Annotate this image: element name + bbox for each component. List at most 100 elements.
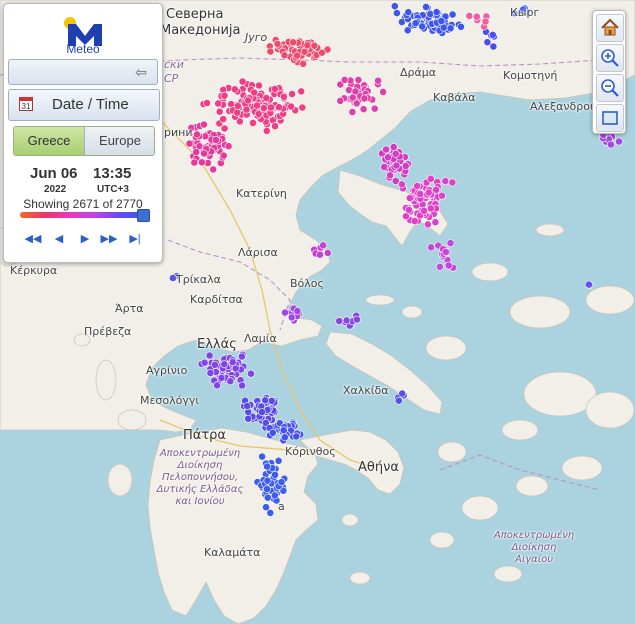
lightning-strike-marker: [219, 115, 228, 124]
zoom-in-button[interactable]: [596, 44, 624, 72]
time-slider-track[interactable]: [20, 212, 142, 218]
lightning-strike-marker: [510, 9, 519, 18]
lightning-strike-marker: [263, 493, 272, 502]
region-toggle: Greece Europe: [13, 126, 155, 156]
lightning-strike-marker: [420, 206, 428, 215]
lightning-strike-marker: [392, 161, 401, 170]
lightning-strike-marker: [483, 38, 492, 47]
lightning-strike-marker: [220, 91, 229, 100]
lightning-strike-marker: [297, 87, 306, 96]
lightning-strike-marker: [205, 351, 214, 360]
lightning-strike-marker: [435, 262, 444, 271]
lightning-strike-marker: [401, 162, 410, 170]
lightning-strike-marker: [215, 107, 224, 116]
lightning-strike-marker: [316, 250, 324, 259]
lightning-strike-marker: [277, 478, 286, 487]
lightning-strike-marker: [391, 149, 400, 158]
lightning-strike-marker: [258, 452, 266, 461]
rewind-icon[interactable]: ◀◀: [22, 230, 44, 248]
lightning-strike-marker: [226, 377, 235, 386]
lightning-strike-marker: [274, 456, 283, 465]
lightning-strike-marker: [390, 2, 399, 11]
lightning-strike-marker: [197, 158, 206, 167]
lightning-strike-marker: [607, 140, 615, 149]
collapse-panel-button[interactable]: ⇦: [8, 59, 158, 85]
lightning-strike-marker: [258, 408, 266, 416]
lightning-strike-marker: [405, 194, 414, 202]
lightning-strike-marker: [413, 181, 421, 190]
lightning-strike-marker: [585, 280, 593, 289]
lightning-strike-marker: [489, 42, 498, 51]
step-back-icon[interactable]: ◀: [48, 230, 70, 248]
lightning-strike-marker: [274, 103, 283, 112]
lightning-strike-marker: [233, 108, 242, 117]
lightning-strike-marker: [262, 126, 271, 135]
lightning-strike-marker: [335, 317, 344, 325]
lightning-strike-marker: [193, 130, 201, 139]
lightning-strike-marker: [246, 369, 255, 378]
lightning-strike-marker: [253, 101, 261, 110]
step-forward-icon[interactable]: ▶: [74, 230, 96, 248]
zoom-in-icon: [601, 49, 619, 67]
lightning-strike-marker: [206, 369, 215, 377]
lightning-strike-marker: [273, 39, 282, 48]
skip-end-icon[interactable]: ▶|: [124, 230, 146, 248]
lightning-strike-marker: [319, 241, 327, 250]
lightning-strike-marker: [410, 217, 419, 225]
lightning-strike-marker: [293, 51, 301, 60]
home-button[interactable]: [596, 14, 624, 42]
zoom-out-button[interactable]: [596, 74, 624, 102]
lightning-strike-marker: [279, 92, 288, 101]
lightning-strike-marker: [242, 105, 251, 114]
timezone-label: UTC+3: [97, 184, 129, 195]
lightning-strike-marker: [185, 139, 194, 148]
lightning-strike-marker: [426, 204, 435, 213]
current-time: 13:35: [93, 165, 132, 182]
lightning-strike-marker: [220, 360, 229, 369]
lightning-strike-marker: [310, 41, 319, 50]
lightning-strike-marker: [255, 81, 263, 90]
lightning-strike-marker: [244, 414, 253, 423]
lightning-strike-marker: [348, 93, 357, 102]
fast-forward-icon[interactable]: ▶▶: [98, 230, 120, 248]
fullscreen-button[interactable]: [596, 104, 624, 132]
lightning-strike-marker: [437, 17, 446, 25]
lightning-strike-marker: [303, 41, 312, 50]
lightning-strike-marker: [298, 103, 307, 112]
lightning-strike-marker: [342, 316, 351, 325]
tab-europe[interactable]: Europe: [84, 127, 154, 155]
lightning-strike-marker: [190, 158, 199, 167]
lightning-strike-marker: [465, 11, 474, 20]
lightning-strike-marker: [271, 122, 279, 131]
lightning-strike-marker: [441, 248, 450, 256]
current-date: Jun 06: [30, 165, 78, 182]
lightning-strike-marker: [293, 307, 302, 315]
lightning-strike-marker: [404, 205, 413, 214]
lightning-strike-marker: [401, 212, 410, 221]
collapse-left-icon: ⇦: [135, 64, 147, 80]
date-time-button[interactable]: 31 Date / Time: [8, 89, 160, 121]
lightning-strike-marker: [263, 476, 272, 485]
lightning-strike-marker: [281, 308, 289, 317]
lightning-strike-marker: [244, 96, 252, 105]
tab-greece[interactable]: Greece: [14, 127, 84, 155]
lightning-strike-marker: [432, 8, 441, 16]
fullscreen-icon: [602, 111, 618, 125]
lightning-strike-marker: [209, 165, 218, 174]
lightning-strike-marker: [237, 352, 246, 361]
lightning-strike-marker: [340, 76, 349, 84]
lightning-strike-marker: [354, 76, 363, 84]
time-slider-handle[interactable]: [137, 209, 150, 222]
lightning-strike-marker: [448, 178, 457, 187]
lightning-strike-marker: [352, 315, 361, 324]
lightning-strike-marker: [224, 142, 233, 151]
lightning-strike-marker: [403, 26, 412, 35]
lightning-strike-marker: [187, 124, 196, 132]
lightning-strike-marker: [263, 462, 271, 471]
lightning-strike-marker: [370, 104, 379, 113]
lightning-strike-marker: [259, 104, 268, 112]
lightning-strike-marker: [192, 148, 201, 156]
lightning-strike-marker: [267, 396, 276, 405]
lightning-strike-marker: [359, 105, 368, 114]
lightning-strike-marker: [254, 110, 263, 118]
